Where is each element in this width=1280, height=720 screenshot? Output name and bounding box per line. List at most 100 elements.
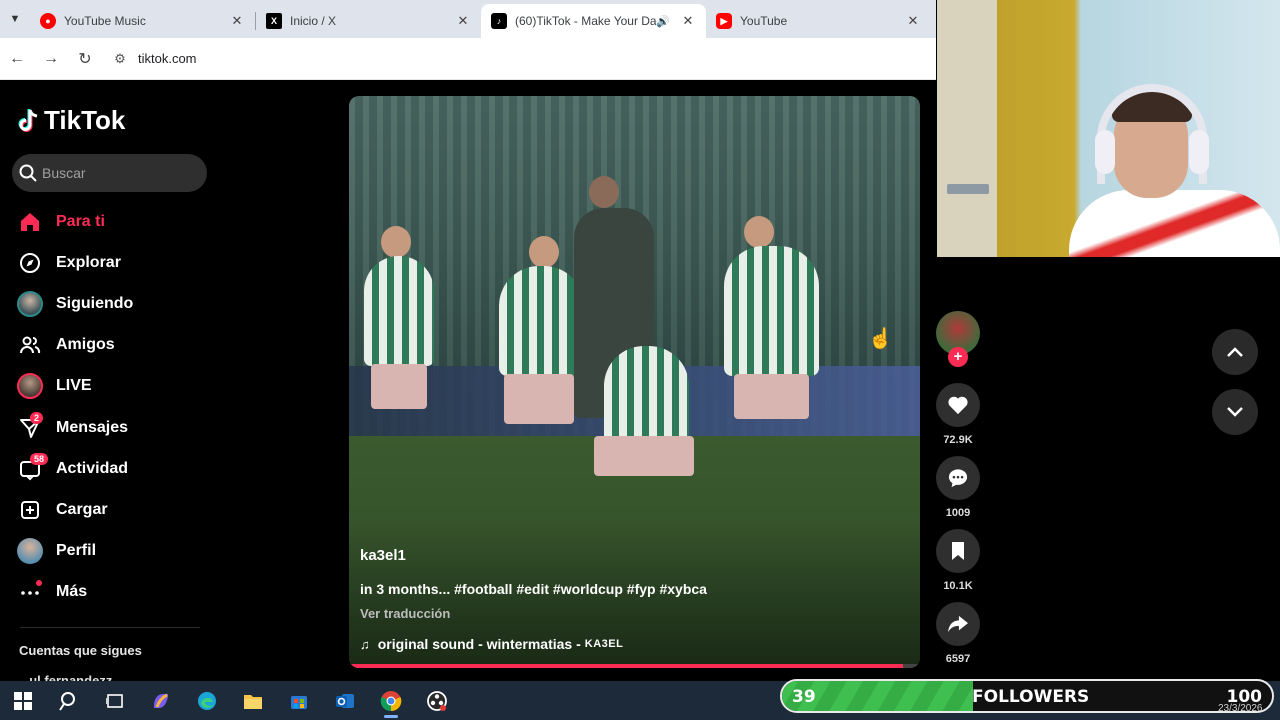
- youtube-music-icon: ●: [40, 13, 56, 29]
- x-logo-icon: X: [266, 13, 282, 29]
- sidebar-item-explorar[interactable]: Explorar: [16, 242, 206, 283]
- webcam-headset-cup-left: [1095, 130, 1115, 174]
- obs-icon[interactable]: [414, 681, 460, 720]
- compass-icon: [16, 249, 44, 277]
- tab-title: YouTube: [740, 14, 788, 28]
- tab-close-icon[interactable]: ✕: [229, 13, 245, 29]
- inbox-icon: 58: [16, 452, 49, 483]
- tab-youtube[interactable]: ▶ YouTube ✕: [706, 4, 931, 38]
- back-icon[interactable]: ←: [0, 42, 34, 76]
- translate-link[interactable]: Ver traducción: [360, 606, 450, 621]
- sidebar-item-label: Para ti: [56, 212, 105, 230]
- logo-text: TikTok: [44, 105, 126, 135]
- more-icon: [16, 578, 44, 606]
- next-video-button[interactable]: [1212, 389, 1258, 435]
- tab-close-icon[interactable]: ✕: [905, 13, 921, 29]
- forward-icon[interactable]: →: [34, 42, 68, 76]
- webcam-headset-cup-right: [1189, 130, 1209, 174]
- save-count: 10.1K: [943, 580, 973, 592]
- sidebar-nav: Para ti Explorar Siguiendo Amigos LIVE 2…: [16, 201, 206, 613]
- share-button[interactable]: [936, 602, 980, 646]
- task-view-icon[interactable]: [92, 681, 138, 720]
- sidebar-item-amigos[interactable]: Amigos: [16, 325, 206, 366]
- sidebar-item-live[interactable]: LIVE: [16, 366, 206, 407]
- sidebar-divider: [20, 627, 200, 628]
- webcam-door: [937, 0, 997, 257]
- windows-start-icon[interactable]: [0, 681, 46, 720]
- sidebar-item-label: Explorar: [56, 253, 121, 271]
- tiktok-logo[interactable]: TikTok: [18, 105, 125, 136]
- video-player[interactable]: ka3el1 in 3 months... #football #edit #w…: [349, 96, 920, 668]
- search-box[interactable]: [12, 154, 207, 192]
- tab-title: YouTube Music: [64, 14, 146, 28]
- heart-icon: [948, 396, 968, 415]
- chevron-down-icon: [1227, 407, 1243, 417]
- tab-youtube-music[interactable]: ● YouTube Music ✕: [30, 4, 255, 38]
- sidebar-item-mensajes[interactable]: 2 Mensajes: [16, 407, 206, 448]
- following-avatar-icon: [16, 290, 44, 318]
- comment-button[interactable]: [936, 456, 980, 500]
- sidebar-item-label: Mensajes: [56, 418, 129, 436]
- speaker-icon[interactable]: 🔊: [656, 15, 670, 28]
- live-avatar-icon: [16, 372, 44, 400]
- tab-search-dropdown-icon[interactable]: ▼: [0, 0, 30, 38]
- upload-icon: [16, 496, 44, 524]
- sidebar-item-label: LIVE: [56, 377, 92, 395]
- sound-name: original sound - wintermatias -: [377, 636, 581, 652]
- tab-title: (60)TikTok - Make Your Day: [515, 14, 657, 28]
- bookmark-icon: [952, 542, 964, 560]
- ms-store-icon[interactable]: [276, 681, 322, 720]
- copilot-icon[interactable]: [138, 681, 184, 720]
- home-icon: [16, 208, 44, 236]
- video-author[interactable]: ka3el1: [360, 547, 406, 564]
- tab-tiktok[interactable]: ♪ (60)TikTok - Make Your Day 🔊 ✕: [481, 4, 706, 38]
- following-account-item[interactable]: _ul.fernandezz: [22, 673, 112, 681]
- sidebar-item-perfil[interactable]: Perfil: [16, 531, 206, 572]
- comment-icon: [948, 469, 968, 488]
- like-button[interactable]: [936, 383, 980, 427]
- messages-badge: 2: [30, 411, 44, 424]
- hand-cursor-icon: ☝: [868, 328, 893, 350]
- previous-video-button[interactable]: [1212, 329, 1258, 375]
- send-icon: 2: [16, 411, 44, 442]
- followers-current: 39: [792, 687, 816, 707]
- video-sound[interactable]: ♫ original sound - wintermatias - KA3EL: [360, 636, 623, 652]
- reload-icon[interactable]: ↻: [68, 42, 102, 76]
- follow-plus-icon[interactable]: +: [948, 347, 968, 367]
- edge-icon[interactable]: [184, 681, 230, 720]
- search-input[interactable]: [42, 165, 192, 181]
- tab-close-icon[interactable]: ✕: [680, 13, 696, 29]
- taskbar-search-icon[interactable]: [46, 681, 92, 720]
- tab-close-icon[interactable]: ✕: [455, 13, 471, 29]
- sidebar-item-siguiendo[interactable]: Siguiendo: [16, 283, 206, 324]
- activity-badge: 58: [30, 452, 49, 465]
- video-progress-bar[interactable]: [349, 664, 920, 668]
- webcam-door-handle: [947, 184, 989, 194]
- following-accounts-title: Cuentas que sigues: [19, 643, 142, 658]
- sidebar-item-label: Perfil: [56, 542, 97, 560]
- followers-label: FOLLOWERS: [972, 687, 1090, 707]
- tiktok-icon: ♪: [491, 13, 507, 29]
- search-icon: [19, 164, 37, 182]
- site-settings-icon[interactable]: ⚙: [108, 51, 132, 67]
- share-arrow-icon: [948, 615, 968, 633]
- sidebar-item-actividad[interactable]: 58 Actividad: [16, 448, 206, 489]
- sidebar-item-para-ti[interactable]: Para ti: [16, 201, 206, 242]
- sidebar-item-label: Más: [56, 583, 88, 601]
- sidebar-item-cargar[interactable]: Cargar: [16, 489, 206, 530]
- share-count: 6597: [945, 653, 971, 665]
- url-text[interactable]: tiktok.com: [138, 51, 197, 66]
- friends-icon: [16, 331, 44, 359]
- like-count: 72.9K: [943, 434, 973, 446]
- outlook-icon[interactable]: [322, 681, 368, 720]
- save-button[interactable]: [936, 529, 980, 573]
- file-explorer-icon[interactable]: [230, 681, 276, 720]
- tab-x[interactable]: X Inicio / X ✕: [256, 4, 481, 38]
- sidebar-item-label: Amigos: [56, 336, 115, 354]
- chrome-icon[interactable]: [368, 681, 414, 720]
- webcam-overlay: [937, 0, 1280, 257]
- sidebar-item-mas[interactable]: Más: [16, 572, 206, 613]
- profile-avatar-icon: [16, 537, 44, 565]
- sidebar-item-label: Siguiendo: [56, 294, 134, 312]
- video-description: in 3 months... #football #edit #worldcup…: [360, 581, 707, 597]
